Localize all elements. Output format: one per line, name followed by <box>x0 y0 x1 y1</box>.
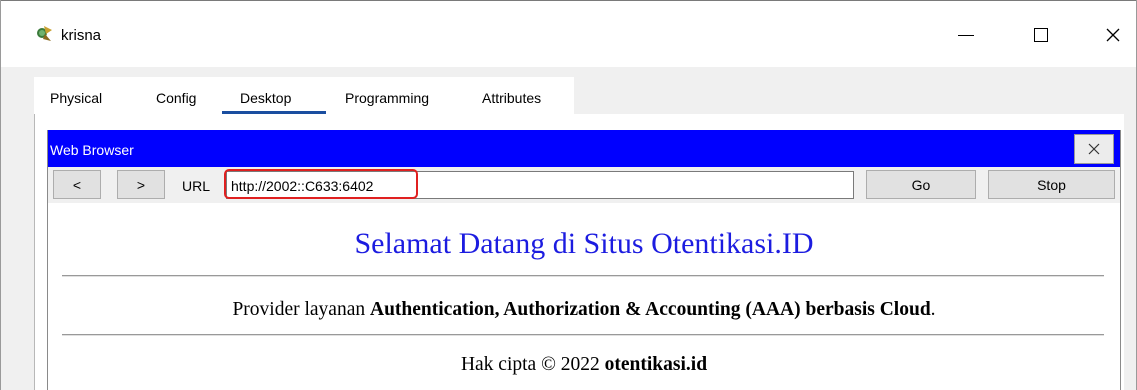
minimize-button[interactable] <box>943 15 989 55</box>
web-page-content: Selamat Datang di Situs Otentikasi.ID Pr… <box>48 203 1120 390</box>
web-browser-title: Web Browser <box>50 142 134 158</box>
copyright-text: Hak cipta © 2022 otentikasi.id <box>48 354 1120 376</box>
tab-desktop[interactable]: Desktop <box>240 90 291 106</box>
tab-programming[interactable]: Programming <box>345 90 429 106</box>
close-button[interactable] <box>1090 15 1136 55</box>
copyright-prefix: Hak cipta © 2022 <box>460 354 605 375</box>
url-value: http://2002::C633:6402 <box>231 178 374 194</box>
minimize-icon <box>958 34 974 36</box>
maximize-button[interactable] <box>1018 15 1064 55</box>
tab-physical[interactable]: Physical <box>50 90 102 106</box>
browser-navigation-bar: < > URL http://2002::C633:6402 Go Stop <box>48 167 1120 203</box>
tab-config[interactable]: Config <box>156 90 196 106</box>
horizontal-rule <box>62 275 1104 277</box>
web-browser-close-button[interactable] <box>1074 134 1114 164</box>
packet-tracer-device-icon <box>35 24 55 44</box>
url-input[interactable]: http://2002::C633:6402 <box>224 169 854 199</box>
tab-bar: Physical Config Desktop Programming Attr… <box>34 77 574 114</box>
close-icon <box>1106 28 1120 42</box>
provider-suffix: . <box>930 299 936 320</box>
stop-button[interactable]: Stop <box>988 170 1115 199</box>
web-browser-window: Web Browser < > URL http://2002::C633:64… <box>47 130 1121 390</box>
back-button[interactable]: < <box>53 170 101 199</box>
title-bar[interactable]: krisna <box>1 1 1136 67</box>
close-icon <box>1088 143 1100 155</box>
url-label: URL <box>182 178 211 194</box>
app-window: krisna Physical Config Desktop Programmi… <box>0 0 1137 390</box>
forward-button[interactable]: > <box>117 170 165 199</box>
web-browser-title-bar[interactable]: Web Browser <box>48 130 1120 167</box>
copyright-site-name: otentikasi.id <box>604 354 708 375</box>
horizontal-rule <box>62 334 1104 336</box>
page-heading: Selamat Datang di Situs Otentikasi.ID <box>354 227 814 260</box>
maximize-icon <box>1034 28 1048 42</box>
provider-text: Provider layanan Authentication, Authori… <box>48 299 1120 321</box>
tab-attributes[interactable]: Attributes <box>482 90 541 106</box>
provider-prefix: Provider layanan <box>232 299 370 320</box>
provider-bold-text: Authentication, Authorization & Accounti… <box>370 299 931 320</box>
window-title: krisna <box>61 27 102 44</box>
go-button[interactable]: Go <box>866 170 976 199</box>
